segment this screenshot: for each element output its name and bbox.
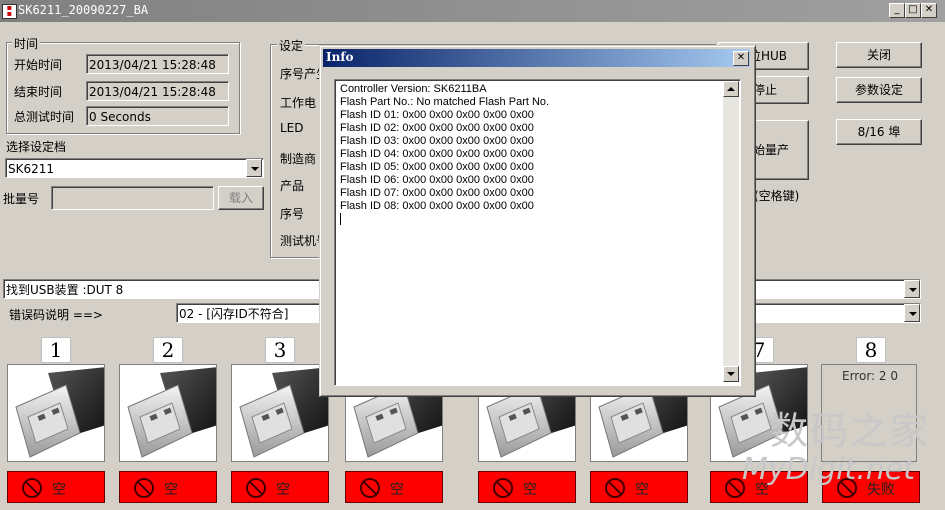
slot-4-status-text: 空 [390, 482, 404, 498]
info-close-button[interactable]: ✕ [733, 51, 749, 66]
profile-dropdown-arrow[interactable] [246, 159, 262, 177]
text-cursor [340, 213, 341, 225]
info-line: Flash ID 02: 0x00 0x00 0x00 0x00 0x00 [340, 122, 534, 134]
slot-4-status-button[interactable]: 空 [345, 471, 443, 503]
slot-2-status-button[interactable]: 空 [119, 471, 217, 503]
chevron-down-icon [727, 372, 735, 376]
slot-5-status-button[interactable]: 空 [478, 471, 576, 503]
slot-1-status-button[interactable]: 空 [7, 471, 105, 503]
slot-3-status-button[interactable]: 空 [231, 471, 329, 503]
info-line: Controller Version: SK6211BA [340, 83, 487, 95]
usb-status-dropdown-arrow[interactable] [904, 280, 920, 298]
empty-no-icon [134, 478, 154, 498]
settings-voltage-label: 工作电 [280, 96, 317, 110]
batch-label: 批量号 [3, 192, 40, 206]
end-time-field: 2013/04/21 15:28:48 [86, 81, 229, 101]
error-code-dropdown-arrow[interactable] [904, 304, 920, 322]
time-group-label: 时间 [12, 35, 41, 52]
empty-no-icon [493, 478, 513, 498]
slot-6-status-button[interactable]: 空 [590, 471, 688, 503]
maximize-button[interactable]: □ [905, 3, 921, 18]
empty-no-icon [22, 478, 42, 498]
scroll-down-button[interactable] [723, 366, 739, 382]
chevron-up-icon [727, 87, 735, 91]
slot-2-number: 2 [153, 337, 183, 363]
close-window-button[interactable]: ✕ [921, 3, 937, 18]
slot-6-status-text: 空 [635, 482, 649, 498]
info-dialog[interactable]: Info ✕ Controller Version: SK6211BA Flash… [319, 45, 756, 397]
slot-1-usb-image [7, 364, 105, 462]
title-bar[interactable]: ▪ ▪ SK6211_20090227_BA _ □ ✕ [0, 0, 945, 22]
scroll-up-button[interactable] [723, 81, 739, 97]
params-button[interactable]: 参数设定 [836, 77, 922, 103]
settings-led-label: LED [280, 121, 304, 135]
error-code-label: 错误码说明 ==> [9, 308, 103, 322]
usb-status-value: 找到USB装置 :DUT 8 [6, 283, 124, 297]
info-line: Flash ID 04: 0x00 0x00 0x00 0x00 0x00 [340, 148, 534, 160]
slot-8-error-text: Error: 2 0 [842, 369, 898, 383]
error-code-value: 02 - [闪存ID不符合] [179, 307, 289, 321]
settings-serial-label: 序号 [280, 207, 305, 221]
slot-2-usb-image [119, 364, 217, 462]
slot-3-number: 3 [265, 337, 295, 363]
info-line: Flash Part No.: No matched Flash Part No… [340, 96, 550, 108]
slot-1-status-text: 空 [52, 482, 66, 498]
start-time-field: 2013/04/21 15:28:48 [86, 54, 229, 74]
info-dialog-title: Info [326, 50, 354, 64]
info-memo-scrollbar[interactable] [723, 81, 739, 382]
empty-no-icon [246, 478, 266, 498]
empty-no-icon [605, 478, 625, 498]
settings-vendor-label: 制造商 [280, 152, 317, 166]
info-line: Flash ID 07: 0x00 0x00 0x00 0x00 0x00 [340, 187, 534, 199]
watermark-cn: 数码之家 [770, 409, 931, 453]
start-time-label: 开始时间 [14, 58, 63, 72]
profile-select[interactable]: SK6211 [5, 158, 264, 178]
info-line: Flash ID 01: 0x00 0x00 0x00 0x00 0x00 [340, 109, 534, 121]
ports-button[interactable]: 8/16 埠 [836, 119, 922, 145]
slot-2-status-text: 空 [164, 482, 178, 498]
end-time-label: 结束时间 [14, 85, 63, 99]
profile-label: 选择设定档 [6, 140, 67, 154]
minimize-button[interactable]: _ [889, 3, 905, 18]
watermark-en: MyDigit.net [742, 452, 915, 487]
info-dialog-titlebar[interactable]: Info ✕ [323, 49, 750, 67]
slot-3-status-text: 空 [276, 482, 290, 498]
space-key-hint: (空格键) [754, 189, 800, 203]
window-title: SK6211_20090227_BA [18, 3, 149, 17]
info-memo-lines: Controller Version: SK6211BA Flash Part N… [340, 83, 549, 225]
info-line: Flash ID 06: 0x00 0x00 0x00 0x00 0x00 [340, 174, 534, 186]
settings-product-label: 产品 [280, 179, 305, 193]
slot-1-number: 1 [41, 337, 71, 363]
profile-select-value: SK6211 [8, 162, 55, 176]
total-time-field: 0 Seconds [86, 106, 229, 126]
slot-5-status-text: 空 [523, 482, 537, 498]
info-memo[interactable]: Controller Version: SK6211BA Flash Part N… [334, 79, 741, 386]
batch-input[interactable] [51, 186, 214, 210]
slot-8-number: 8 [856, 337, 886, 363]
empty-no-icon [360, 478, 380, 498]
total-time-label: 总测试时间 [14, 110, 75, 124]
info-line: Flash ID 08: 0x00 0x00 0x00 0x00 0x00 [340, 200, 534, 212]
close-button[interactable]: 关闭 [836, 42, 922, 68]
info-line: Flash ID 03: 0x00 0x00 0x00 0x00 0x00 [340, 135, 534, 147]
info-line: Flash ID 05: 0x00 0x00 0x00 0x00 0x00 [340, 161, 534, 173]
slot-3-usb-image [231, 364, 329, 462]
settings-group-label: 设定 [277, 37, 306, 54]
app-icon: ▪ ▪ [2, 4, 17, 19]
load-button[interactable]: 载入 [218, 186, 264, 210]
